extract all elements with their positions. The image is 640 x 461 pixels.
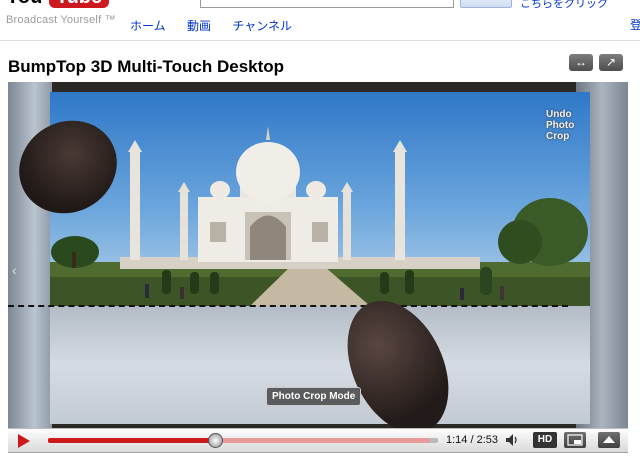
header-divider <box>0 40 640 41</box>
progress-played <box>48 438 215 443</box>
nav-home[interactable]: ホーム <box>130 19 166 33</box>
search-button[interactable] <box>460 0 512 8</box>
expand-player-button[interactable]: ↔ <box>569 54 593 71</box>
cropped-area <box>50 306 590 424</box>
logo-tube-text: Tube <box>49 0 109 8</box>
video-title: BumpTop 3D Multi-Touch Desktop <box>8 57 285 76</box>
crop-line <box>8 305 568 307</box>
scrubber-handle[interactable] <box>207 433 223 448</box>
search-input[interactable] <box>200 0 454 8</box>
sign-in-link[interactable]: 登 <box>630 16 640 33</box>
nav-videos[interactable]: 動画 <box>187 19 211 33</box>
hd-button[interactable]: HD <box>533 432 557 448</box>
progress-bar[interactable] <box>48 433 438 448</box>
fullscreen-icon[interactable] <box>598 432 620 448</box>
undo-photo-crop-button[interactable]: Undo Photo Crop <box>546 109 590 142</box>
top-link[interactable]: こちらをクリック <box>520 0 608 11</box>
tagline: Broadcast Yourself ™ <box>6 14 116 26</box>
photo-image: Undo Photo Crop <box>50 92 590 306</box>
popup-player-icon[interactable] <box>564 432 586 448</box>
video-player[interactable]: Undo Photo Crop ‹ Photo Crop Mode <box>8 82 628 428</box>
expand-icon: ↔ <box>575 55 587 69</box>
nav-channels[interactable]: チャンネル <box>232 19 292 33</box>
left-arrow-icon: ‹ <box>12 262 17 278</box>
logo-you-text: You <box>6 0 42 9</box>
popout-icon: ↗ <box>605 55 617 69</box>
player-controls: 1:14 / 2:53 HD <box>8 428 628 453</box>
photo-crop-mode-label: Photo Crop Mode <box>266 387 362 406</box>
time-display: 1:14 / 2:53 <box>446 434 498 446</box>
play-icon[interactable] <box>18 434 30 448</box>
volume-icon[interactable] <box>505 432 519 448</box>
youtube-logo[interactable]: You Tube <box>0 0 128 8</box>
popout-button[interactable]: ↗ <box>599 54 623 71</box>
main-nav: ホーム 動画 チャンネル <box>130 17 310 34</box>
